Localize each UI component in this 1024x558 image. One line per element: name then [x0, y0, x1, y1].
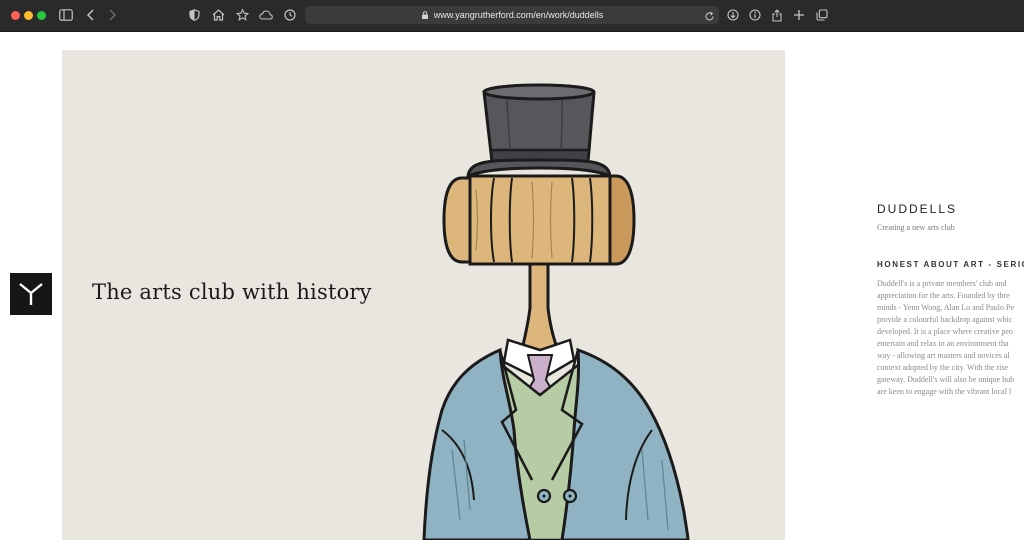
reload-icon[interactable]: [704, 9, 715, 27]
description-line: are keen to engage with the vibrant loca…: [877, 387, 1012, 396]
gavel-head-gentleman-illustration: [422, 83, 690, 540]
forward-icon[interactable]: [103, 6, 121, 24]
info-icon[interactable]: [746, 6, 764, 24]
star-icon[interactable]: [233, 6, 251, 24]
description-line: provide a colourful backdrop against whi…: [877, 315, 1013, 324]
project-title: DUDDELLS: [877, 202, 958, 216]
web-page: The arts club with history DUDDELLS Crea…: [0, 32, 1024, 558]
description-line: way - allowing art masters and novices a…: [877, 351, 1010, 360]
new-tab-icon[interactable]: [790, 6, 808, 24]
history-icon[interactable]: [281, 6, 299, 24]
description-line: appreciation for the arts. Founded by th…: [877, 291, 1010, 300]
minimize-window-button[interactable]: [24, 11, 33, 20]
description-line: context adopted by the city. With the ri…: [877, 363, 1008, 372]
home-icon[interactable]: [209, 6, 227, 24]
section-heading: HONEST ABOUT ART - SERIOU: [877, 260, 1024, 269]
maximize-window-button[interactable]: [37, 11, 46, 20]
address-bar[interactable]: www.yangrutherford.com/en/work/duddells: [305, 6, 719, 24]
hero-image: The arts club with history: [62, 50, 785, 540]
lock-icon: [421, 11, 428, 19]
share-icon[interactable]: [768, 6, 786, 24]
browser-toolbar: www.yangrutherford.com/en/work/duddells: [0, 0, 1024, 32]
close-window-button[interactable]: [11, 11, 20, 20]
shield-icon[interactable]: [185, 6, 203, 24]
sidebar-icon[interactable]: [57, 6, 75, 24]
project-subtitle: Creating a new arts club: [877, 223, 955, 232]
top-hat-icon: [466, 83, 612, 179]
description-line: entertain and relax in an environment th…: [877, 339, 1009, 348]
download-icon[interactable]: [724, 6, 742, 24]
description-line: developed. It is a place where creative …: [877, 327, 1013, 336]
description-line: gateway, Duddell's will also be unique h…: [877, 375, 1015, 384]
cloud-icon[interactable]: [257, 6, 275, 24]
url-text: www.yangrutherford.com/en/work/duddells: [433, 10, 604, 20]
gavel-head-icon: [442, 174, 636, 266]
tabs-overview-icon[interactable]: [813, 6, 831, 24]
description-line: Duddell's is a private members' club and: [877, 279, 1007, 288]
hero-headline: The arts club with history: [92, 280, 372, 304]
description-line: minds - Yenn Wong, Alan Lo and Paulo Pe: [877, 303, 1014, 312]
back-icon[interactable]: [82, 6, 100, 24]
y-logo-icon[interactable]: [10, 273, 52, 315]
project-description: Duddell's is a private members' club and…: [877, 278, 1024, 398]
